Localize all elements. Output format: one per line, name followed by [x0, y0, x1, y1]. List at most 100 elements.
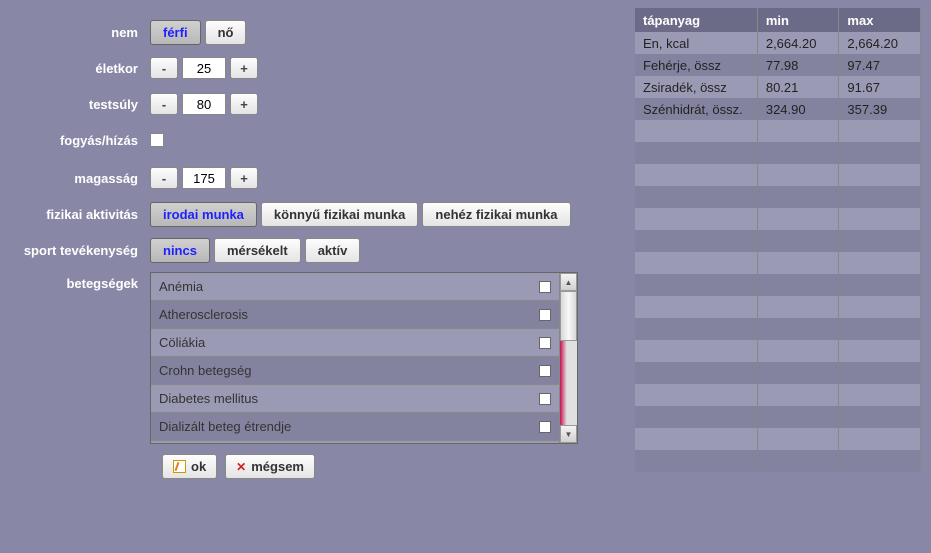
- nutrient-row-empty: [635, 362, 921, 384]
- disease-row[interactable]: Dializált beteg étrendje: [151, 413, 559, 441]
- nutrient-name: Fehérje, össz: [635, 54, 757, 76]
- sport-group: nincs mérsékelt aktív: [150, 238, 360, 263]
- disease-label: Egészséges férfi: [159, 442, 255, 443]
- disease-checkbox[interactable]: [539, 309, 551, 321]
- nutrient-row-empty: [635, 296, 921, 318]
- nutrient-row-empty: [635, 208, 921, 230]
- scroll-thumb[interactable]: [560, 291, 577, 341]
- scroll-down-button[interactable]: ▼: [560, 425, 577, 443]
- nutrient-name: Zsiradék, össz: [635, 76, 757, 98]
- nutrient-min: 80.21: [757, 76, 839, 98]
- nutrient-min: 324.90: [757, 98, 839, 120]
- ok-label: ok: [191, 459, 206, 474]
- label-height: magasság: [20, 171, 150, 186]
- nutrient-row: Szénhidrát, össz.324.90357.39: [635, 98, 921, 120]
- weight-input[interactable]: [182, 93, 226, 115]
- disease-scrollbar[interactable]: ▲ ▼: [559, 273, 577, 443]
- nutrient-min: 77.98: [757, 54, 839, 76]
- disease-row[interactable]: Diabetes mellitus: [151, 385, 559, 413]
- nutrient-max: 2,664.20: [839, 32, 921, 54]
- age-plus-button[interactable]: +: [230, 57, 258, 79]
- disease-panel: Anémia Atherosclerosis Cöliákia Crohn be…: [150, 272, 578, 444]
- label-sport: sport tevékenység: [20, 243, 150, 258]
- height-input[interactable]: [182, 167, 226, 189]
- disease-checkbox[interactable]: [539, 365, 551, 377]
- cancel-button[interactable]: ✕ mégsem: [225, 454, 315, 479]
- physical-option-0[interactable]: irodai munka: [150, 202, 257, 227]
- disease-label: Diabetes mellitus: [159, 391, 258, 406]
- age-input[interactable]: [182, 57, 226, 79]
- ok-button[interactable]: ok: [162, 454, 217, 479]
- nutrient-row-empty: [635, 230, 921, 252]
- disease-checkbox[interactable]: [539, 421, 551, 433]
- height-plus-button[interactable]: +: [230, 167, 258, 189]
- height-minus-button[interactable]: -: [150, 167, 178, 189]
- nutrient-row: Fehérje, össz77.9897.47: [635, 54, 921, 76]
- disease-row[interactable]: Egészséges férfi: [151, 441, 559, 443]
- gender-male-button[interactable]: férfi: [150, 20, 201, 45]
- sport-option-2[interactable]: aktív: [305, 238, 361, 263]
- nutrient-max: 97.47: [839, 54, 921, 76]
- nutrient-row-empty: [635, 120, 921, 142]
- height-stepper: - +: [150, 167, 258, 189]
- disease-label: Cöliákia: [159, 335, 205, 350]
- disease-row[interactable]: Crohn betegség: [151, 357, 559, 385]
- nutrient-row-empty: [635, 428, 921, 450]
- nutrient-row-empty: [635, 274, 921, 296]
- disease-label: Atherosclerosis: [159, 307, 248, 322]
- weight-stepper: - +: [150, 93, 258, 115]
- disease-row[interactable]: Cöliákia: [151, 329, 559, 357]
- physical-group: irodai munka könnyű fizikai munka nehéz …: [150, 202, 571, 227]
- nutrient-row-empty: [635, 252, 921, 274]
- nutrient-row-empty: [635, 164, 921, 186]
- disease-row[interactable]: Anémia: [151, 273, 559, 301]
- gender-female-button[interactable]: nő: [205, 20, 247, 45]
- nutrient-row-empty: [635, 406, 921, 428]
- disease-checkbox[interactable]: [539, 393, 551, 405]
- disease-label: Dializált beteg étrendje: [159, 419, 291, 434]
- label-gender: nem: [20, 25, 150, 40]
- nutrient-panel: tápanyag min max En, kcal2,664.202,664.2…: [635, 8, 921, 472]
- scroll-track[interactable]: [560, 291, 577, 425]
- cancel-label: mégsem: [251, 459, 304, 474]
- pencil-icon: [173, 460, 186, 473]
- scroll-up-button[interactable]: ▲: [560, 273, 577, 291]
- label-physical: fizikai aktivitás: [20, 207, 150, 222]
- disease-label: Crohn betegség: [159, 363, 252, 378]
- sport-option-0[interactable]: nincs: [150, 238, 210, 263]
- form-panel: nem férfi nő életkor - + testsúly - + fo…: [20, 18, 590, 479]
- nutrient-row: En, kcal2,664.202,664.20: [635, 32, 921, 54]
- nutrient-name: Szénhidrát, össz.: [635, 98, 757, 120]
- nutrient-name: En, kcal: [635, 32, 757, 54]
- weightchange-checkbox[interactable]: [150, 133, 164, 147]
- disease-label: Anémia: [159, 279, 203, 294]
- weight-plus-button[interactable]: +: [230, 93, 258, 115]
- label-weightchange: fogyás/hízás: [20, 133, 150, 148]
- nutrient-min: 2,664.20: [757, 32, 839, 54]
- label-diseases: betegségek: [20, 272, 150, 291]
- nutrient-header-min: min: [757, 8, 839, 32]
- age-stepper: - +: [150, 57, 258, 79]
- gender-group: férfi nő: [150, 20, 246, 45]
- label-age: életkor: [20, 61, 150, 76]
- nutrient-row-empty: [635, 142, 921, 164]
- physical-option-1[interactable]: könnyű fizikai munka: [261, 202, 418, 227]
- disease-row[interactable]: Atherosclerosis: [151, 301, 559, 329]
- nutrient-table: tápanyag min max En, kcal2,664.202,664.2…: [635, 8, 921, 472]
- label-weight: testsúly: [20, 97, 150, 112]
- nutrient-header-name: tápanyag: [635, 8, 757, 32]
- nutrient-row-empty: [635, 450, 921, 472]
- nutrient-header-max: max: [839, 8, 921, 32]
- nutrient-row-empty: [635, 318, 921, 340]
- disease-checkbox[interactable]: [539, 281, 551, 293]
- weight-minus-button[interactable]: -: [150, 93, 178, 115]
- physical-option-2[interactable]: nehéz fizikai munka: [422, 202, 570, 227]
- age-minus-button[interactable]: -: [150, 57, 178, 79]
- nutrient-row-empty: [635, 186, 921, 208]
- disease-checkbox[interactable]: [539, 337, 551, 349]
- nutrient-row-empty: [635, 384, 921, 406]
- disease-list: Anémia Atherosclerosis Cöliákia Crohn be…: [151, 273, 559, 443]
- nutrient-row-empty: [635, 340, 921, 362]
- nutrient-max: 357.39: [839, 98, 921, 120]
- sport-option-1[interactable]: mérsékelt: [214, 238, 301, 263]
